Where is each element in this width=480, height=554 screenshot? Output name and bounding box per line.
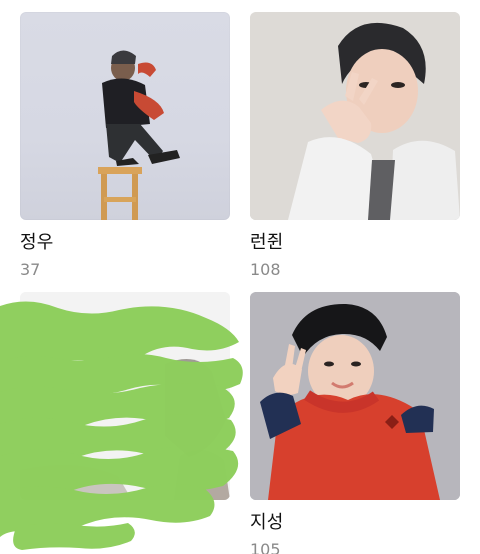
person-photo-icon xyxy=(250,292,460,500)
album-name: 지성 xyxy=(250,512,284,533)
person-photo-icon xyxy=(98,50,180,220)
album-card-renjun[interactable]: 런쥔 108 xyxy=(250,12,460,280)
album-thumbnail[interactable] xyxy=(20,12,230,220)
album-card-jeongwoo[interactable]: 정우 37 xyxy=(20,12,230,280)
album-card-hidden[interactable] xyxy=(20,292,230,512)
album-thumbnail[interactable] xyxy=(250,292,460,500)
people-albums-grid: 정우 37 런쥔 108 지성 105 xyxy=(0,0,480,554)
person-photo-icon xyxy=(250,12,460,220)
album-photo-count: 105 xyxy=(250,540,281,554)
album-thumbnail[interactable] xyxy=(20,292,230,500)
album-name: 런쥔 xyxy=(250,232,284,253)
album-photo-count: 37 xyxy=(20,260,41,279)
album-card-jisung[interactable]: 지성 105 xyxy=(250,292,460,554)
album-thumbnail[interactable] xyxy=(250,12,460,220)
album-photo-count: 108 xyxy=(250,260,281,279)
album-name: 정우 xyxy=(20,232,54,253)
person-photo-icon xyxy=(20,292,230,500)
